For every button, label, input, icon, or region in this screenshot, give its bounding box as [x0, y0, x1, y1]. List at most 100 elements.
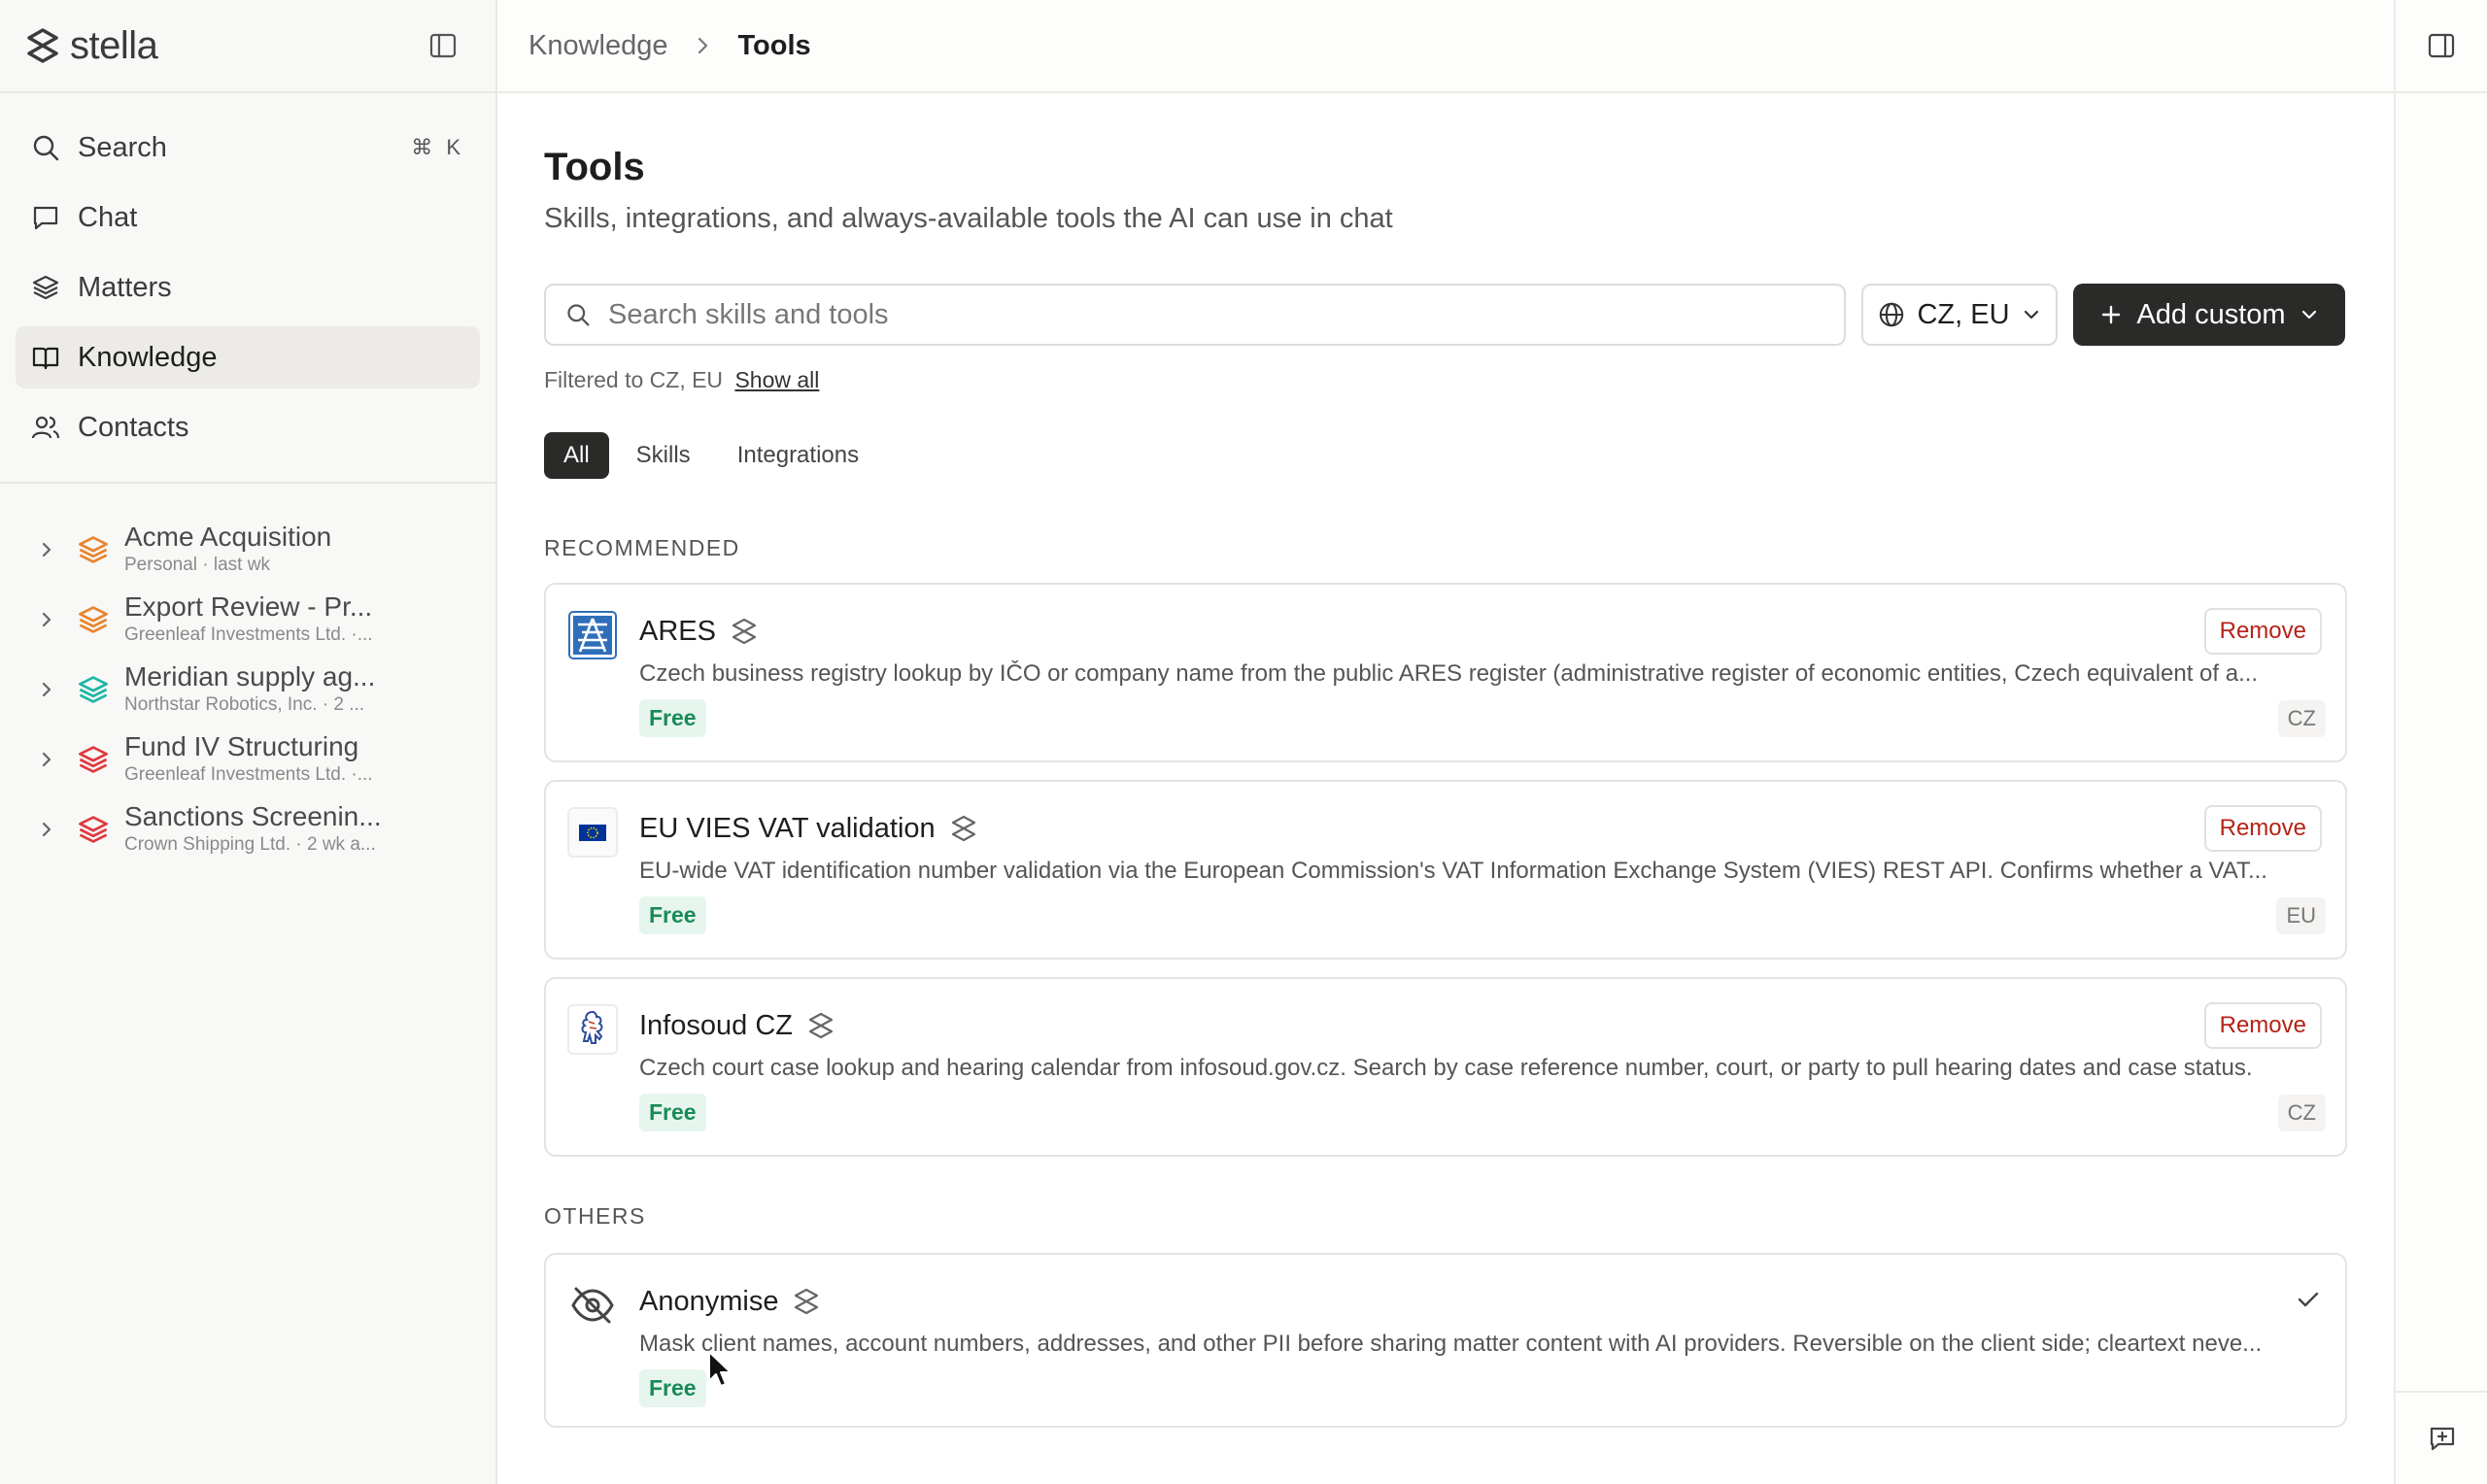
brand-logo[interactable]: stella — [23, 23, 158, 68]
matter-title: Sanctions Screenin... — [124, 801, 382, 831]
matter-subtitle: Crown Shipping Ltd. · 2 wk a... — [124, 834, 376, 855]
remove-button[interactable]: Remove — [2203, 608, 2322, 655]
tool-description: Mask client names, account numbers, addr… — [639, 1331, 2263, 1357]
toolbar: CZ, EU Add custom — [544, 284, 2347, 346]
skill-icon — [795, 1288, 819, 1315]
section-others-heading: OTHERS — [544, 1203, 646, 1229]
matters-list: Acme Acquisition Personal · last wk Expo — [0, 484, 495, 864]
matter-item[interactable]: Meridian supply ag... Northstar Robotics… — [23, 655, 480, 725]
plus-icon — [2102, 305, 2121, 324]
search-input[interactable] — [608, 298, 1824, 331]
price-badge: Free — [639, 1094, 706, 1131]
sidebar-toggle-icon — [429, 33, 457, 58]
nav-knowledge[interactable]: Knowledge — [16, 326, 480, 388]
matter-title: Export Review - Pr... — [124, 591, 373, 622]
matter-subtitle: Greenleaf Investments Ltd. ·... — [124, 764, 373, 785]
mouse-cursor-icon — [708, 1351, 732, 1387]
remove-button[interactable]: Remove — [2203, 1002, 2322, 1049]
matter-subtitle: Personal · last wk — [124, 555, 270, 575]
matter-stack-icon — [70, 794, 117, 864]
toggle-right-panel-button[interactable] — [2396, 0, 2487, 93]
chevron-down-icon — [2301, 310, 2316, 320]
chevron-right-icon[interactable] — [23, 655, 70, 725]
nav-chat[interactable]: Chat — [16, 186, 480, 249]
matter-title: Fund IV Structuring — [124, 731, 359, 761]
right-rail — [2394, 0, 2487, 1484]
matter-subtitle: Northstar Robotics, Inc. · 2 ... — [124, 694, 365, 715]
tool-description: Czech court case lookup and hearing cale… — [639, 1055, 2253, 1081]
stella-logo-icon — [27, 28, 58, 63]
show-all-link[interactable]: Show all — [734, 367, 819, 392]
search-shortcut: ⌘ K — [411, 135, 464, 159]
price-badge: Free — [639, 896, 706, 934]
nav-chat-label: Chat — [78, 201, 138, 233]
tab-skills[interactable]: Skills — [617, 432, 710, 479]
check-icon[interactable] — [2295, 1286, 2322, 1318]
matter-stack-icon — [70, 515, 117, 585]
nav-search[interactable]: Search ⌘ K — [16, 117, 480, 179]
region-tag: CZ — [2277, 1094, 2326, 1131]
tab-integrations[interactable]: Integrations — [718, 432, 878, 479]
tool-description: EU-wide VAT identification number valida… — [639, 858, 2267, 884]
nav-contacts-label: Contacts — [78, 411, 189, 443]
matter-item[interactable]: Export Review - Pr... Greenleaf Investme… — [23, 585, 480, 655]
price-badge: Free — [639, 1369, 706, 1407]
matter-item[interactable]: Fund IV Structuring Greenleaf Investment… — [23, 725, 480, 794]
matter-title: Meridian supply ag... — [124, 661, 376, 691]
main-nav: Search ⌘ K Chat Matters Knowledge Contac… — [0, 93, 495, 484]
sidebar: stella Search ⌘ K Chat Matters Knowledge… — [0, 0, 497, 1484]
chevron-right-icon[interactable] — [23, 515, 70, 585]
tool-name: Infosoud CZ — [639, 1009, 793, 1041]
tool-card[interactable]: ARES Czech business registry lookup by I… — [544, 583, 2347, 762]
breadcrumb: Knowledge Tools — [497, 0, 2394, 93]
tool-card[interactable]: EU VIES VAT validation EU-wide VAT ident… — [544, 780, 2347, 960]
matter-stack-icon — [70, 585, 117, 655]
skill-icon — [808, 1012, 834, 1039]
region-tag: EU — [2276, 896, 2326, 934]
tool-name: EU VIES VAT validation — [639, 812, 936, 844]
collapse-sidebar-button[interactable] — [422, 24, 464, 67]
add-custom-button[interactable]: Add custom — [2073, 284, 2345, 346]
search-field[interactable] — [544, 284, 1846, 346]
matter-stack-icon — [70, 655, 117, 725]
chevron-right-icon[interactable] — [23, 585, 70, 655]
tool-card[interactable]: Infosoud CZ Czech court case lookup and … — [544, 977, 2347, 1157]
filter-note-text: Filtered to CZ, EU — [544, 367, 724, 392]
breadcrumb-current: Tools — [737, 29, 811, 61]
chevron-right-icon — [694, 35, 713, 56]
remove-button[interactable]: Remove — [2203, 805, 2322, 852]
sidebar-header: stella — [0, 0, 495, 93]
chevron-down-icon — [2024, 310, 2038, 320]
new-chat-button[interactable] — [2396, 1391, 2487, 1484]
matter-subtitle: Greenleaf Investments Ltd. ·... — [124, 624, 373, 645]
search-icon — [567, 304, 590, 326]
eu-flag-logo — [567, 807, 618, 858]
nav-matters-label: Matters — [78, 271, 172, 303]
globe-icon — [1880, 302, 1904, 327]
nav-matters[interactable]: Matters — [16, 256, 480, 319]
brand-name: stella — [70, 23, 158, 67]
tool-card[interactable]: Anonymise Mask client names, account num… — [544, 1253, 2347, 1428]
matter-item[interactable]: Sanctions Screenin... Crown Shipping Ltd… — [23, 794, 480, 864]
region-tag: CZ — [2277, 699, 2326, 737]
ares-logo — [567, 610, 618, 660]
search-icon — [33, 135, 59, 161]
users-icon — [31, 416, 60, 439]
chevron-right-icon[interactable] — [23, 794, 70, 864]
filter-note: Filtered to CZ, EU Show all — [544, 367, 2347, 393]
main-content: Knowledge Tools Tools Skills, integratio… — [497, 0, 2394, 1484]
chevron-right-icon[interactable] — [23, 725, 70, 794]
tab-all[interactable]: All — [544, 432, 609, 479]
czech-lion-logo — [567, 1004, 618, 1055]
tool-name: Anonymise — [639, 1285, 779, 1317]
skill-icon — [732, 618, 757, 645]
book-icon — [32, 347, 59, 370]
region-filter-label: CZ, EU — [1917, 298, 2010, 330]
breadcrumb-parent[interactable]: Knowledge — [528, 30, 668, 62]
region-filter-dropdown[interactable]: CZ, EU — [1861, 284, 2058, 346]
matter-item[interactable]: Acme Acquisition Personal · last wk — [23, 515, 480, 585]
add-custom-label: Add custom — [2136, 298, 2286, 330]
skill-icon — [951, 815, 975, 842]
nav-contacts[interactable]: Contacts — [16, 396, 480, 458]
matter-title: Acme Acquisition — [124, 522, 332, 552]
